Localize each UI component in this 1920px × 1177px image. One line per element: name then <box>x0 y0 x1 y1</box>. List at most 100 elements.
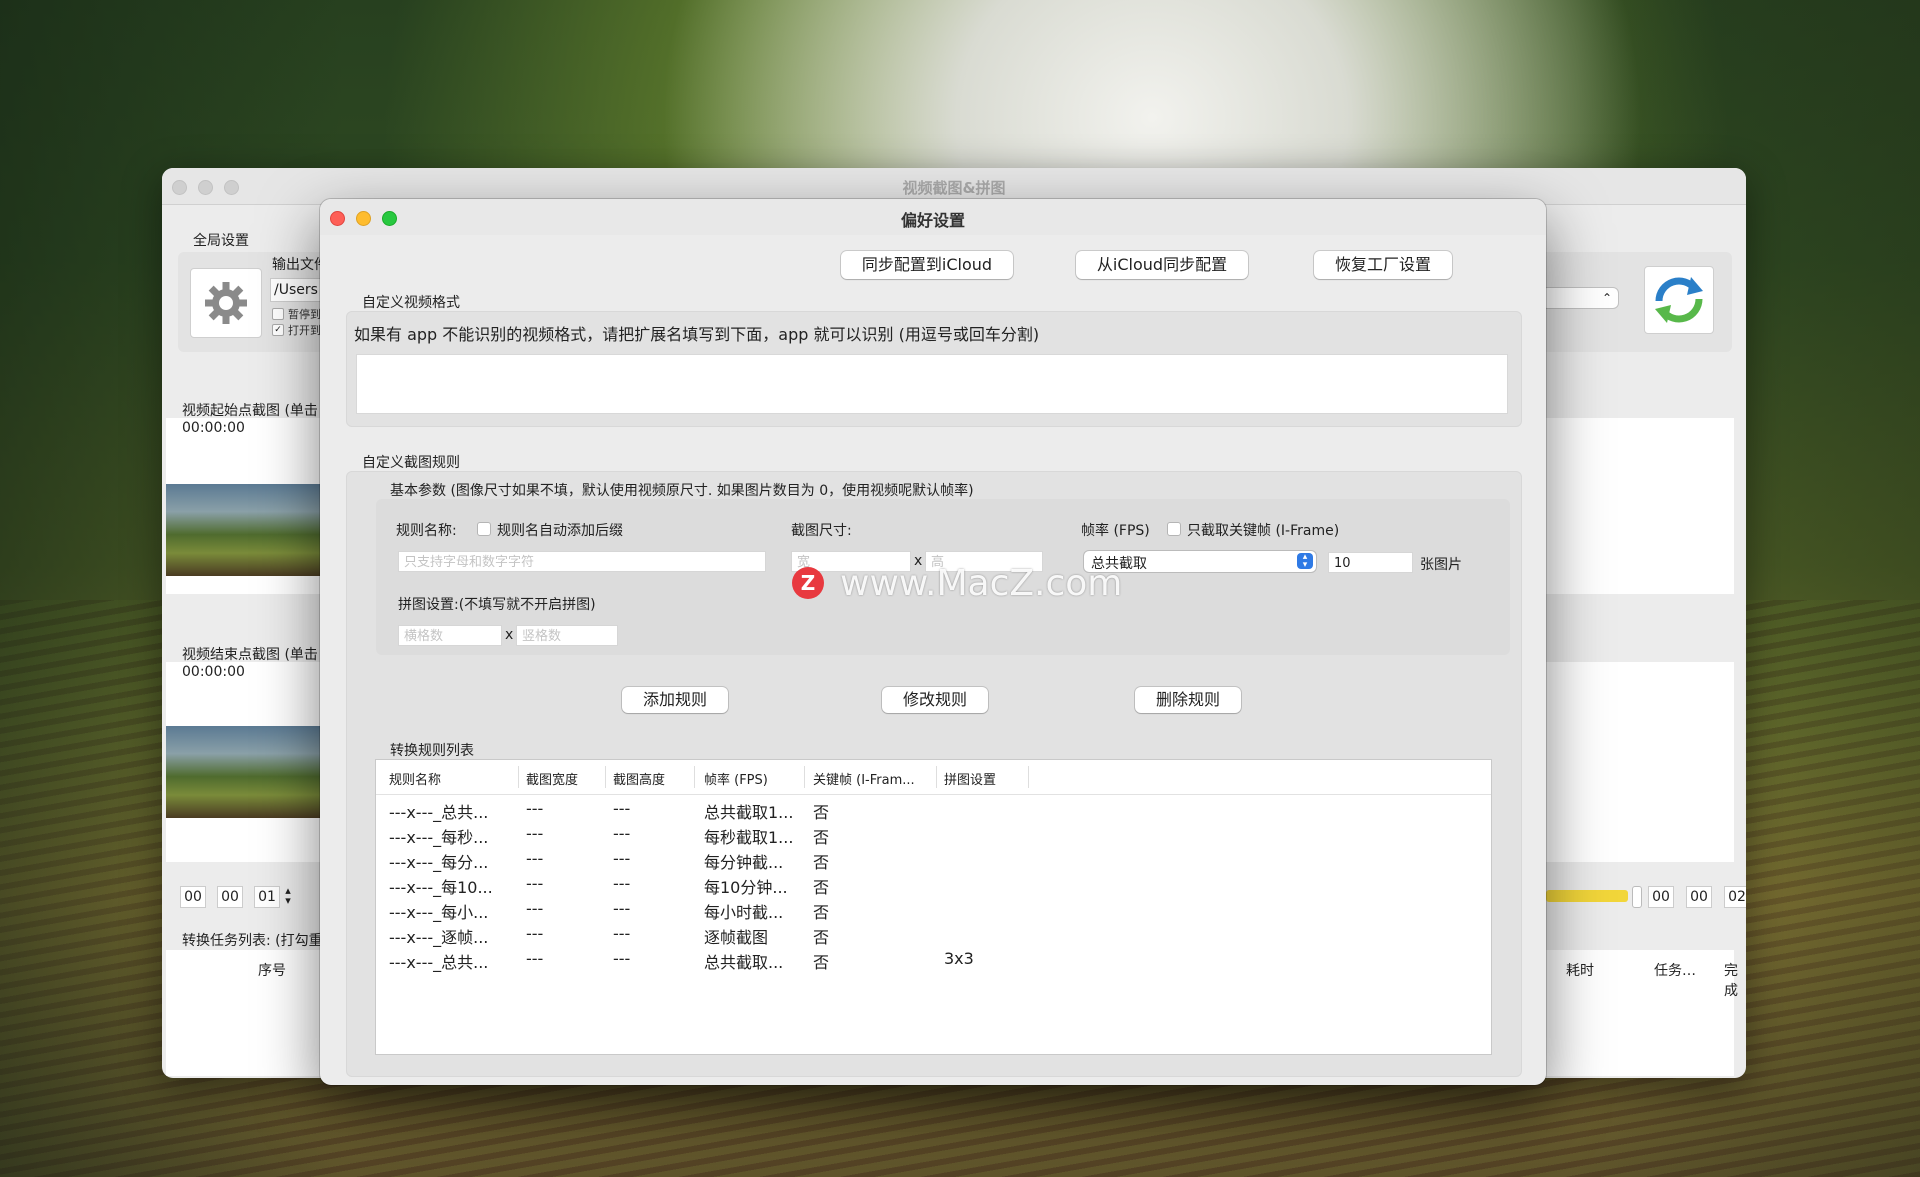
col-separator <box>605 766 606 788</box>
start-time-stepper[interactable]: ▴ ▾ <box>282 885 294 906</box>
table-row[interactable]: ---x---_逐帧... --- --- 逐帧截图 否 <box>376 922 1491 947</box>
table-cell: --- <box>526 824 544 843</box>
mosaic-label: 拼图设置:(不填写就不开启拼图) <box>398 597 596 613</box>
watermark-text: www.MacZ.com <box>840 563 1123 604</box>
table-cell: --- <box>526 924 544 943</box>
table-cell: --- <box>526 799 544 818</box>
table-cell: --- <box>613 874 631 893</box>
table-cell: 否 <box>813 903 830 922</box>
table-cell: 每秒截取1... <box>704 828 794 847</box>
col-separator <box>936 766 937 788</box>
table-cell: ---x---_每小... <box>389 903 489 922</box>
image-count-input[interactable]: 10 <box>1328 552 1413 573</box>
chevron-updown-icon: ▴ ▾ <box>1297 553 1313 570</box>
output-select[interactable]: ⌃ <box>1542 288 1618 308</box>
end-time-label: 00:00:00 <box>182 664 245 680</box>
delete-rule-button[interactable]: 删除规则 <box>1135 687 1241 713</box>
col-height[interactable]: 截图高度 <box>613 769 665 788</box>
keyframe-only-label: 只截取关键帧 (I-Frame) <box>1187 523 1340 539</box>
col-fps[interactable]: 帧率 (FPS) <box>704 769 768 788</box>
table-cell: ---x---_总共... <box>389 953 489 972</box>
table-cell: 否 <box>813 878 830 897</box>
end-hours-field[interactable]: 00 <box>1648 886 1674 908</box>
col-rule-name[interactable]: 规则名称 <box>389 769 441 788</box>
table-row[interactable]: ---x---_总共... --- --- 总共截取... 否 3x3 <box>376 947 1491 972</box>
rule-list-label: 转换规则列表 <box>390 743 474 759</box>
task-list-label: 转换任务列表: (打勾重 <box>182 933 323 949</box>
rule-list-table[interactable]: 规则名称 截图宽度 截图高度 帧率 (FPS) 关键帧 (I-Fram... 拼… <box>375 759 1492 1055</box>
col-mosaic[interactable]: 拼图设置 <box>944 769 996 788</box>
table-cell: 否 <box>813 853 830 872</box>
preferences-window: 偏好设置 同步配置到iCloud 从iCloud同步配置 恢复工厂设置 自定义视… <box>320 199 1546 1085</box>
pause-option-label: 暂停到 <box>288 308 321 321</box>
task-col-index[interactable]: 序号 <box>258 960 286 980</box>
time-slider[interactable] <box>1546 890 1628 902</box>
refresh-icon <box>1655 277 1703 323</box>
factory-reset-button[interactable]: 恢复工厂设置 <box>1314 251 1452 279</box>
table-cell: ---x---_总共... <box>389 803 489 822</box>
start-hours-field[interactable]: 00 <box>180 886 206 908</box>
video-format-section-label: 自定义视频格式 <box>362 295 460 311</box>
mosaic-cols-input[interactable]: 横格数 <box>398 625 502 646</box>
table-cell: ---x---_每秒... <box>389 828 489 847</box>
table-row[interactable]: ---x---_每分... --- --- 每分钟截... 否 <box>376 847 1491 872</box>
window-title: 视频截图&拼图 <box>902 179 1006 197</box>
slider-knob[interactable] <box>1632 886 1642 908</box>
watermark-logo-icon: Z <box>792 567 824 599</box>
start-seconds-field[interactable]: 01 <box>254 886 280 908</box>
end-thumbnail[interactable] <box>166 726 328 818</box>
table-cell: ---x---_每分... <box>389 853 489 872</box>
table-cell: 否 <box>813 803 830 822</box>
sync-from-icloud-button[interactable]: 从iCloud同步配置 <box>1076 251 1248 279</box>
rule-name-input[interactable]: 只支持字母和数字字符 <box>398 551 766 572</box>
open-option-label: 打开到 <box>288 324 321 337</box>
mosaic-rows-input[interactable]: 竖格数 <box>516 625 618 646</box>
video-format-input[interactable] <box>356 354 1508 414</box>
table-cell: --- <box>526 949 544 968</box>
refresh-button[interactable] <box>1644 266 1714 334</box>
table-cell: --- <box>613 799 631 818</box>
start-minutes-field[interactable]: 00 <box>217 886 243 908</box>
table-cell: 逐帧截图 <box>704 928 769 947</box>
fps-label: 帧率 (FPS) <box>1081 523 1150 539</box>
table-cell: 否 <box>813 953 830 972</box>
table-cell: 否 <box>813 928 830 947</box>
rule-list-header: 规则名称 截图宽度 截图高度 帧率 (FPS) 关键帧 (I-Fram... 拼… <box>376 760 1491 795</box>
sync-to-icloud-button[interactable]: 同步配置到iCloud <box>841 251 1013 279</box>
col-separator <box>518 766 519 788</box>
pause-checkbox[interactable] <box>272 308 284 320</box>
table-cell: --- <box>613 899 631 918</box>
col-separator <box>804 766 805 788</box>
start-thumbnail[interactable] <box>166 484 328 576</box>
open-checkbox[interactable]: ✓ <box>272 324 284 336</box>
end-seconds-field[interactable]: 02 <box>1724 886 1746 908</box>
col-separator <box>1028 766 1029 788</box>
keyframe-only-checkbox[interactable] <box>1167 522 1181 536</box>
image-count-unit: 张图片 <box>1420 557 1462 573</box>
task-col-done[interactable]: 完成 <box>1724 960 1744 1000</box>
mosaic-x-separator: x <box>505 627 514 643</box>
col-separator <box>694 766 695 788</box>
table-cell: --- <box>613 949 631 968</box>
auto-suffix-checkbox[interactable] <box>477 522 491 536</box>
start-time-label: 00:00:00 <box>182 420 245 436</box>
table-cell: --- <box>526 874 544 893</box>
table-cell: --- <box>613 849 631 868</box>
table-row[interactable]: ---x---_每秒... --- --- 每秒截取1... 否 <box>376 822 1491 847</box>
table-cell: --- <box>526 849 544 868</box>
task-col-time[interactable]: 耗时 <box>1566 960 1594 980</box>
rules-section-label: 自定义截图规则 <box>362 455 460 471</box>
table-row[interactable]: ---x---_每10... --- --- 每10分钟... 否 <box>376 872 1491 897</box>
col-keyframe[interactable]: 关键帧 (I-Fram... <box>813 769 915 788</box>
table-cell: 每10分钟... <box>704 878 788 897</box>
table-cell: ---x---_逐帧... <box>389 928 489 947</box>
end-minutes-field[interactable]: 00 <box>1686 886 1712 908</box>
table-cell: --- <box>613 924 631 943</box>
settings-gear-button[interactable] <box>190 268 262 338</box>
task-col-task[interactable]: 任务… <box>1654 960 1696 980</box>
table-row[interactable]: ---x---_总共... --- --- 总共截取1... 否 <box>376 797 1491 822</box>
col-width[interactable]: 截图宽度 <box>526 769 578 788</box>
add-rule-button[interactable]: 添加规则 <box>622 687 728 713</box>
edit-rule-button[interactable]: 修改规则 <box>882 687 988 713</box>
table-row[interactable]: ---x---_每小... --- --- 每小时截... 否 <box>376 897 1491 922</box>
